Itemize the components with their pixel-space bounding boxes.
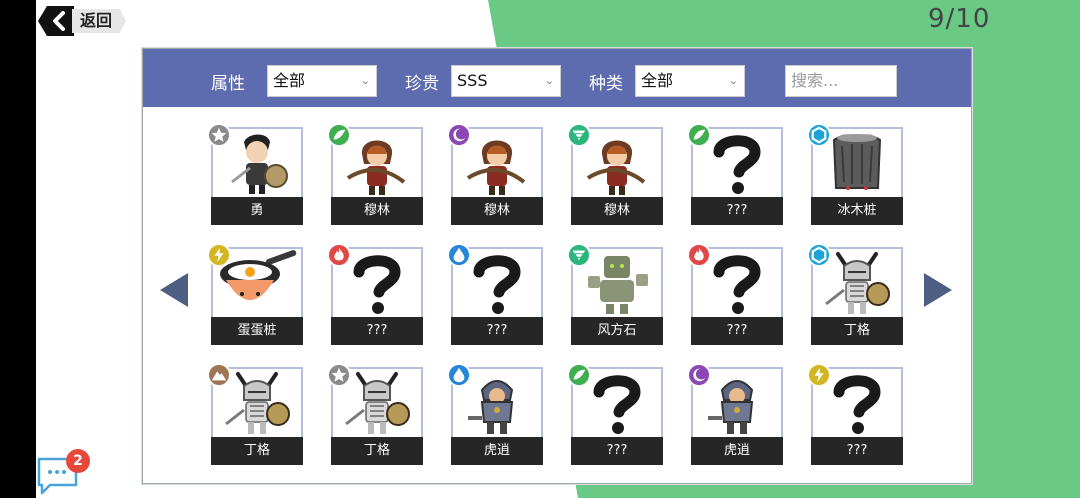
fire-element-icon [327,243,351,267]
character-card[interactable]: 穆林 [567,123,663,225]
kind-filter-select[interactable]: 全部 ⌄ [635,65,745,97]
character-name: 丁格 [331,437,423,465]
character-name: 丁格 [211,437,303,465]
back-label: 返回 [72,9,127,33]
star-element-icon [327,363,351,387]
character-card[interactable]: 穆林 [447,123,543,225]
character-card[interactable]: 冰木桩 [807,123,903,225]
unread-count-badge: 2 [66,449,90,473]
character-card[interactable]: 虎逍 [447,363,543,465]
character-card[interactable]: 风方石 [567,243,663,345]
character-name: 穆林 [571,197,663,225]
search-placeholder: 搜索... [791,71,839,90]
moon-element-icon [447,123,471,147]
mountain-element-icon [207,363,231,387]
back-button[interactable]: 返回 [38,6,127,36]
star-element-icon [207,123,231,147]
game-screen: 返回 9/10 属性 全部 ⌄ 珍贵 SSS ⌄ 种类 全部 ⌄ 搜索... 勇… [0,0,1080,498]
prev-page-arrow-icon[interactable] [160,273,188,307]
lightning-element-icon [207,243,231,267]
character-name: ??? [691,197,783,225]
character-card[interactable]: 丁格 [807,243,903,345]
character-name: 穆林 [331,197,423,225]
back-arrow-icon [38,6,74,36]
character-card[interactable]: 丁格 [327,363,423,465]
character-card[interactable]: 穆林 [327,123,423,225]
chat-button[interactable]: 2 [36,449,90,495]
hexagon-element-icon [807,123,831,147]
page-indicator: 9/10 [928,4,991,34]
character-card[interactable]: 勇 [207,123,303,225]
tornado-element-icon [567,243,591,267]
left-black-bar [0,0,36,498]
character-card[interactable]: ??? [687,123,783,225]
lightning-element-icon [807,363,831,387]
wind-element-icon [567,363,591,387]
water-element-icon [447,363,471,387]
character-name: 穆林 [451,197,543,225]
wind-element-icon [327,123,351,147]
filter-bar: 属性 全部 ⌄ 珍贵 SSS ⌄ 种类 全部 ⌄ 搜索... [143,49,971,107]
character-name: 虎逍 [451,437,543,465]
character-card[interactable]: 蛋蛋桩 [207,243,303,345]
fire-element-icon [687,243,711,267]
character-name: 虎逍 [691,437,783,465]
character-card[interactable]: 虎逍 [687,363,783,465]
water-element-icon [447,243,471,267]
wind-element-icon [687,123,711,147]
next-page-arrow-icon[interactable] [924,273,952,307]
character-name: ??? [811,437,903,465]
character-card[interactable]: ??? [447,243,543,345]
chevron-down-icon: ⌄ [360,74,370,87]
kind-filter-value: 全部 [641,71,674,90]
kind-filter-label: 种类 [589,74,623,94]
character-name: 勇 [211,197,303,225]
search-input[interactable]: 搜索... [785,65,897,97]
character-name: ??? [571,437,663,465]
rarity-filter-value: SSS [457,71,488,90]
character-name: 风方石 [571,317,663,345]
character-card[interactable]: 丁格 [207,363,303,465]
moon-element-icon [687,363,711,387]
chevron-down-icon: ⌄ [728,74,738,87]
attr-filter-value: 全部 [273,71,306,90]
character-name: ??? [451,317,543,345]
chevron-down-icon: ⌄ [544,74,554,87]
character-name: 丁格 [811,317,903,345]
character-card[interactable]: ??? [567,363,663,465]
rarity-filter-select[interactable]: SSS ⌄ [451,65,561,97]
rarity-filter-label: 珍贵 [405,74,439,94]
collection-panel: 属性 全部 ⌄ 珍贵 SSS ⌄ 种类 全部 ⌄ 搜索... 勇穆林 穆林 穆林??… [142,48,972,484]
hexagon-element-icon [807,243,831,267]
character-card[interactable]: ??? [687,243,783,345]
attr-filter-select[interactable]: 全部 ⌄ [267,65,377,97]
character-name: 冰木桩 [811,197,903,225]
character-card[interactable]: ??? [327,243,423,345]
character-name: 蛋蛋桩 [211,317,303,345]
character-name: ??? [331,317,423,345]
character-card[interactable]: ??? [807,363,903,465]
character-name: ??? [691,317,783,345]
attr-filter-label: 属性 [211,74,245,94]
tornado-element-icon [567,123,591,147]
